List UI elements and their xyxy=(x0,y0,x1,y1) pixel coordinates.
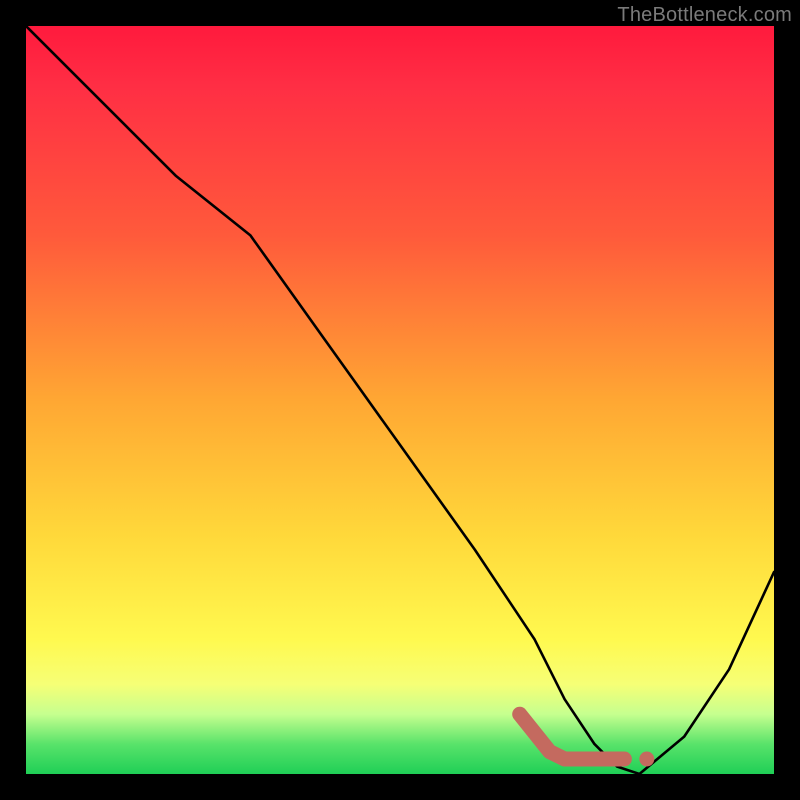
chart-frame xyxy=(26,26,774,774)
chart-overlay xyxy=(26,26,774,774)
bottleneck-curve-line xyxy=(26,26,774,774)
highlight-dot-icon xyxy=(639,752,654,767)
highlight-elbow-line xyxy=(520,714,625,759)
watermark-text: TheBottleneck.com xyxy=(617,4,792,27)
